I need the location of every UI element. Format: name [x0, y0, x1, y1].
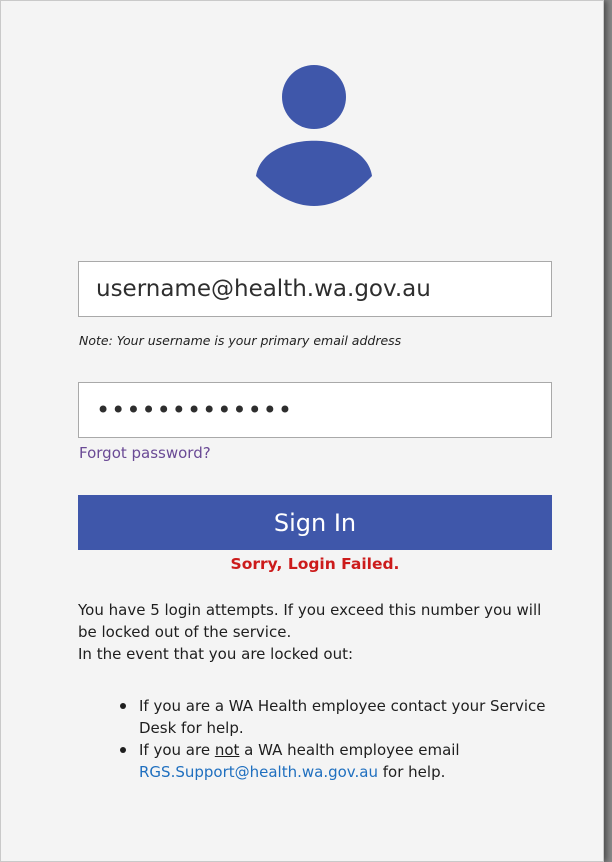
forgot-password-link[interactable]: Forgot password? — [79, 444, 211, 462]
sign-in-button[interactable]: Sign In — [78, 495, 552, 550]
password-field[interactable]: ••••••••••••• — [78, 382, 552, 438]
non-employee-help-suffix: for help. — [378, 763, 446, 781]
attempts-warning: You have 5 login attempts. If you exceed… — [78, 601, 542, 641]
non-employee-help-middle: a WA health employee email — [239, 741, 460, 759]
support-email-link[interactable]: RGS.Support@health.wa.gov.au — [139, 763, 378, 781]
username-field[interactable]: username@health.wa.gov.au — [78, 261, 552, 317]
locked-out-intro: In the event that you are locked out: — [78, 645, 354, 663]
non-employee-help-prefix: If you are — [139, 741, 215, 759]
list-item: If you are not a WA health employee emai… — [118, 739, 568, 783]
login-error-message: Sorry, Login Failed. — [230, 555, 400, 573]
not-emphasis: not — [214, 741, 240, 759]
password-value: ••••••••••••• — [96, 396, 294, 424]
list-item: If you are a WA Health employee contact … — [118, 695, 568, 739]
username-value: username@health.wa.gov.au — [96, 276, 431, 302]
sign-in-label: Sign In — [273, 508, 357, 537]
employee-help-text: If you are a WA Health employee contact … — [139, 697, 546, 737]
login-attempts-info: You have 5 login attempts. If you exceed… — [78, 599, 558, 665]
help-list: If you are a WA Health employee contact … — [118, 695, 568, 783]
login-panel: username@health.wa.gov.au Note: Your use… — [0, 0, 604, 862]
username-note: Note: Your username is your primary emai… — [79, 333, 402, 348]
user-avatar-icon — [256, 65, 372, 206]
